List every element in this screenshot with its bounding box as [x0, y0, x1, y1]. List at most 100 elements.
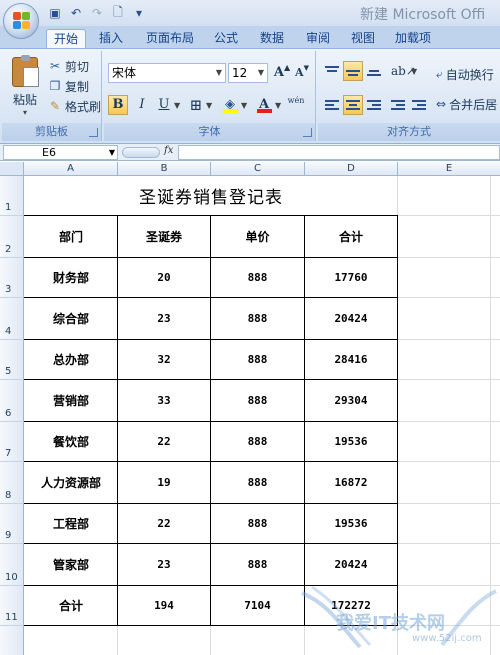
- shrink-font-button[interactable]: A▼: [292, 63, 312, 83]
- table-cell[interactable]: 32: [118, 340, 210, 379]
- borders-button[interactable]: ⊞: [186, 95, 206, 115]
- cut-button[interactable]: ✂ 剪切: [48, 57, 89, 75]
- underline-button[interactable]: U: [154, 95, 174, 115]
- table-cell[interactable]: 餐饮部: [25, 422, 117, 461]
- orientation-dropdown-icon[interactable]: ▼: [411, 67, 417, 76]
- table-cell[interactable]: 28416: [305, 340, 397, 379]
- table-cell[interactable]: 19536: [305, 504, 397, 543]
- row-header-12[interactable]: [0, 626, 24, 655]
- font-size-select[interactable]: 12 ▼: [228, 63, 268, 83]
- save-icon[interactable]: ▣: [46, 4, 64, 22]
- table-cell[interactable]: 19536: [305, 422, 397, 461]
- row-header-3[interactable]: 3: [0, 258, 24, 298]
- table-cell[interactable]: 888: [211, 258, 304, 297]
- table-total-cell[interactable]: 合计: [25, 586, 117, 625]
- name-box[interactable]: E6 ▼: [3, 145, 118, 160]
- table-cell[interactable]: 财务部: [25, 258, 117, 297]
- underline-dropdown-icon[interactable]: ▼: [174, 101, 180, 110]
- table-cell[interactable]: 20424: [305, 544, 397, 585]
- fill-color-dropdown-icon[interactable]: ▼: [241, 101, 247, 110]
- tab-view[interactable]: 视图: [345, 29, 381, 48]
- decrease-indent-button[interactable]: [388, 95, 408, 115]
- table-cell[interactable]: 总办部: [25, 340, 117, 379]
- row-header-9[interactable]: 9: [0, 504, 24, 544]
- formula-input[interactable]: [178, 145, 500, 160]
- column-header-d[interactable]: D: [305, 162, 398, 176]
- grow-font-button[interactable]: A▲: [272, 62, 292, 83]
- wrap-text-button[interactable]: ⤶ 自动换行: [436, 65, 494, 83]
- table-cell[interactable]: 888: [211, 462, 304, 503]
- table-cell[interactable]: 工程部: [25, 504, 117, 543]
- tab-review[interactable]: 审阅: [300, 29, 336, 48]
- table-cell[interactable]: 23: [118, 544, 210, 585]
- font-color-button[interactable]: A: [254, 95, 274, 115]
- table-total-cell[interactable]: 172272: [305, 586, 397, 625]
- table-cell[interactable]: 888: [211, 380, 304, 421]
- table-cell[interactable]: 16872: [305, 462, 397, 503]
- table-cell[interactable]: 19: [118, 462, 210, 503]
- table-cell[interactable]: 20: [118, 258, 210, 297]
- fill-color-button[interactable]: ◈: [220, 95, 240, 115]
- tab-data[interactable]: 数据: [254, 29, 290, 48]
- column-header-c[interactable]: C: [211, 162, 305, 176]
- italic-button[interactable]: I: [132, 95, 152, 115]
- insert-function-icon[interactable]: fx: [164, 145, 173, 156]
- row-header-5[interactable]: 5: [0, 340, 24, 380]
- orientation-button[interactable]: ab↗: [390, 61, 416, 81]
- table-cell[interactable]: 管家部: [25, 544, 117, 585]
- table-cell[interactable]: 33: [118, 380, 210, 421]
- table-cell[interactable]: 888: [211, 504, 304, 543]
- row-header-6[interactable]: 6: [0, 380, 24, 422]
- font-dialog-launcher-icon[interactable]: [303, 128, 312, 137]
- merge-center-button[interactable]: ⇔ 合并后居: [436, 95, 497, 113]
- column-header-a[interactable]: A: [24, 162, 118, 176]
- row-header-1[interactable]: 1: [0, 176, 24, 216]
- table-cell[interactable]: 888: [211, 422, 304, 461]
- table-cell[interactable]: 888: [211, 298, 304, 339]
- tab-addins[interactable]: 加载项: [391, 29, 435, 48]
- align-right-button[interactable]: [364, 95, 384, 115]
- align-center-button[interactable]: [343, 95, 363, 115]
- row-header-4[interactable]: 4: [0, 298, 24, 340]
- format-painter-button[interactable]: ✎ 格式刷: [48, 97, 101, 115]
- column-header-b[interactable]: B: [118, 162, 211, 176]
- row-header-7[interactable]: 7: [0, 422, 24, 462]
- table-total-cell[interactable]: 194: [118, 586, 210, 625]
- table-total-cell[interactable]: 7104: [211, 586, 304, 625]
- phonetic-guide-button[interactable]: wén: [284, 95, 308, 115]
- table-cell[interactable]: 20424: [305, 298, 397, 339]
- table-header-cell[interactable]: 单价: [211, 216, 304, 257]
- paste-dropdown-icon[interactable]: ▾: [8, 108, 42, 117]
- row-header-10[interactable]: 10: [0, 544, 24, 586]
- table-cell[interactable]: 888: [211, 544, 304, 585]
- copy-button[interactable]: ❐ 复制: [48, 77, 89, 95]
- align-left-button[interactable]: [322, 95, 342, 115]
- table-header-cell[interactable]: 圣诞券: [118, 216, 210, 257]
- column-header-e[interactable]: E: [398, 162, 500, 176]
- clipboard-dialog-launcher-icon[interactable]: [89, 128, 98, 137]
- tab-insert[interactable]: 插入: [93, 29, 129, 48]
- table-cell[interactable]: 人力资源部: [25, 462, 117, 503]
- paste-button[interactable]: 粘贴 ▾: [8, 55, 42, 117]
- row-header-2[interactable]: 2: [0, 216, 24, 258]
- align-middle-button[interactable]: [343, 61, 363, 81]
- formula-bar-resize-handle[interactable]: [122, 147, 160, 158]
- align-top-button[interactable]: [322, 61, 342, 81]
- tab-formulas[interactable]: 公式: [208, 29, 244, 48]
- table-cell[interactable]: 29304: [305, 380, 397, 421]
- tab-home[interactable]: 开始: [46, 29, 86, 48]
- bold-button[interactable]: B: [108, 95, 128, 115]
- table-cell[interactable]: 888: [211, 340, 304, 379]
- table-cell[interactable]: 22: [118, 422, 210, 461]
- customize-qat-icon[interactable]: ▾: [130, 4, 148, 22]
- table-header-cell[interactable]: 合计: [305, 216, 397, 257]
- table-cell[interactable]: 综合部: [25, 298, 117, 339]
- font-name-select[interactable]: 宋体 ▼: [108, 63, 226, 83]
- undo-icon[interactable]: ↶: [67, 4, 85, 22]
- table-cell[interactable]: 营销部: [25, 380, 117, 421]
- table-cell[interactable]: 17760: [305, 258, 397, 297]
- align-bottom-button[interactable]: [364, 61, 384, 81]
- row-header-8[interactable]: 8: [0, 462, 24, 504]
- select-all-button[interactable]: [0, 162, 24, 176]
- table-cell[interactable]: 22: [118, 504, 210, 543]
